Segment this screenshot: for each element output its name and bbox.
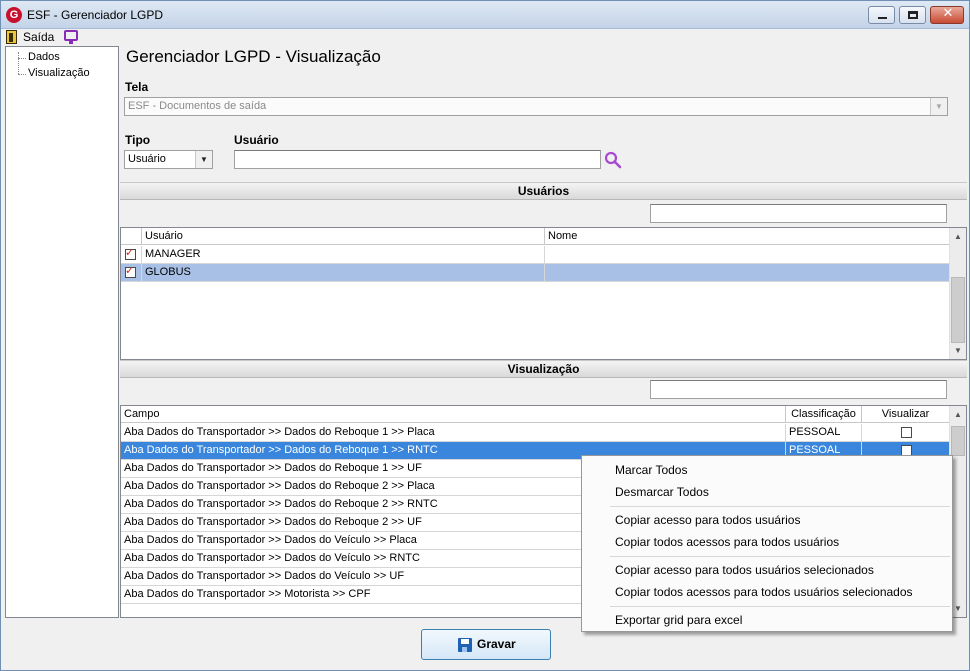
view-col-classificacao[interactable]: Classificação [786, 406, 862, 423]
table-row[interactable]: Aba Dados do Transportador >> Dados do R… [121, 424, 950, 442]
save-button[interactable]: Gravar [421, 629, 551, 660]
menu-item-desmarcar-todos[interactable]: Desmarcar Todos [615, 485, 709, 499]
view-section-header: Visualização [120, 360, 967, 378]
menu-item-copiar-todos-acessos-todos[interactable]: Copiar todos acessos para todos usuários [615, 535, 839, 549]
tree-connector [18, 52, 19, 74]
exit-door-icon[interactable] [6, 30, 17, 44]
floppy-disk-icon [458, 638, 472, 652]
users-grid: Usuário Nome MANAGER GLOBUS ▲ ▼ [120, 227, 967, 360]
tipo-label: Tipo [125, 133, 151, 147]
app-logo-icon: G [6, 7, 22, 23]
scroll-up-icon[interactable]: ▲ [950, 406, 966, 423]
scroll-thumb[interactable] [951, 426, 965, 456]
menu-separator [610, 556, 950, 557]
users-cell-usuario: GLOBUS [142, 264, 545, 281]
usuario-input[interactable] [234, 150, 601, 169]
tree-item-dados[interactable]: Dados [28, 51, 60, 63]
screen-view-icon[interactable] [64, 30, 78, 44]
minimize-icon [878, 17, 887, 19]
chevron-down-icon: ▼ [195, 151, 212, 168]
page-title: Gerenciador LGPD - Visualização [126, 47, 381, 66]
close-button[interactable]: ✕ [930, 6, 964, 24]
row-check-cell [121, 264, 142, 281]
menu-item-copiar-todos-acessos-selecionados[interactable]: Copiar todos acessos para todos usuários… [615, 585, 913, 599]
scroll-down-icon[interactable]: ▼ [950, 342, 966, 359]
menu-bar: Saída [1, 29, 969, 46]
search-user-icon[interactable] [604, 151, 622, 169]
view-col-visualizar[interactable]: Visualizar [862, 406, 950, 423]
users-scrollbar[interactable]: ▲ ▼ [949, 228, 966, 359]
menu-item-exportar-excel[interactable]: Exportar grid para excel [615, 613, 742, 627]
scroll-thumb[interactable] [951, 277, 965, 343]
tipo-select-value: Usuário [128, 153, 166, 165]
usuario-label: Usuário [234, 133, 279, 147]
restore-icon [908, 11, 918, 19]
menu-separator [610, 606, 950, 607]
menu-item-copiar-acesso-selecionados[interactable]: Copiar acesso para todos usuários seleci… [615, 563, 874, 577]
navigation-tree: Dados Visualização [5, 46, 119, 618]
table-row[interactable]: MANAGER [121, 246, 950, 264]
row-check-cell [121, 246, 142, 263]
users-filter-input[interactable] [650, 204, 947, 223]
tree-item-visualizacao[interactable]: Visualização [28, 67, 90, 79]
tree-connector [18, 74, 26, 75]
menu-separator [610, 506, 950, 507]
save-button-label: Gravar [477, 637, 516, 651]
users-col-usuario[interactable]: Usuário [142, 228, 545, 245]
tela-select-value: ESF - Documentos de saída [128, 100, 267, 112]
tree-connector [18, 58, 26, 59]
scroll-up-icon[interactable]: ▲ [950, 228, 966, 245]
view-cell-campo: Aba Dados do Transportador >> Dados do R… [121, 424, 786, 441]
menu-item-marcar-todos[interactable]: Marcar Todos [615, 463, 687, 477]
close-icon: ✕ [942, 6, 954, 21]
title-bar: G ESF - Gerenciador LGPD ✕ [1, 1, 969, 29]
row-checkbox[interactable] [125, 264, 136, 278]
users-section-header: Usuários [120, 182, 967, 200]
users-col-nome[interactable]: Nome [545, 228, 950, 245]
minimize-button[interactable] [868, 6, 895, 24]
users-grid-check-header [121, 228, 142, 245]
users-cell-usuario: MANAGER [142, 246, 545, 263]
view-cell-visualizar [862, 424, 950, 441]
table-row[interactable]: GLOBUS [121, 264, 950, 282]
view-filter-input[interactable] [650, 380, 947, 399]
tela-label: Tela [125, 80, 149, 94]
window-title: ESF - Gerenciador LGPD [27, 8, 164, 22]
visualizar-checkbox[interactable] [901, 427, 912, 438]
maximize-button[interactable] [899, 6, 926, 24]
users-cell-nome [545, 246, 950, 263]
chevron-down-icon: ▼ [930, 98, 947, 115]
tipo-select[interactable]: Usuário ▼ [124, 150, 213, 169]
users-cell-nome [545, 264, 950, 281]
tela-select[interactable]: ESF - Documentos de saída ▼ [124, 97, 948, 116]
exit-menu-item[interactable]: Saída [23, 30, 54, 44]
main-window: G ESF - Gerenciador LGPD ✕ Saída Dados V… [0, 0, 970, 671]
view-col-campo[interactable]: Campo [121, 406, 786, 423]
menu-item-copiar-acesso-todos[interactable]: Copiar acesso para todos usuários [615, 513, 800, 527]
view-cell-classificacao: PESSOAL [786, 424, 862, 441]
row-checkbox[interactable] [125, 246, 136, 260]
context-menu: Marcar Todos Desmarcar Todos Copiar aces… [581, 455, 953, 632]
